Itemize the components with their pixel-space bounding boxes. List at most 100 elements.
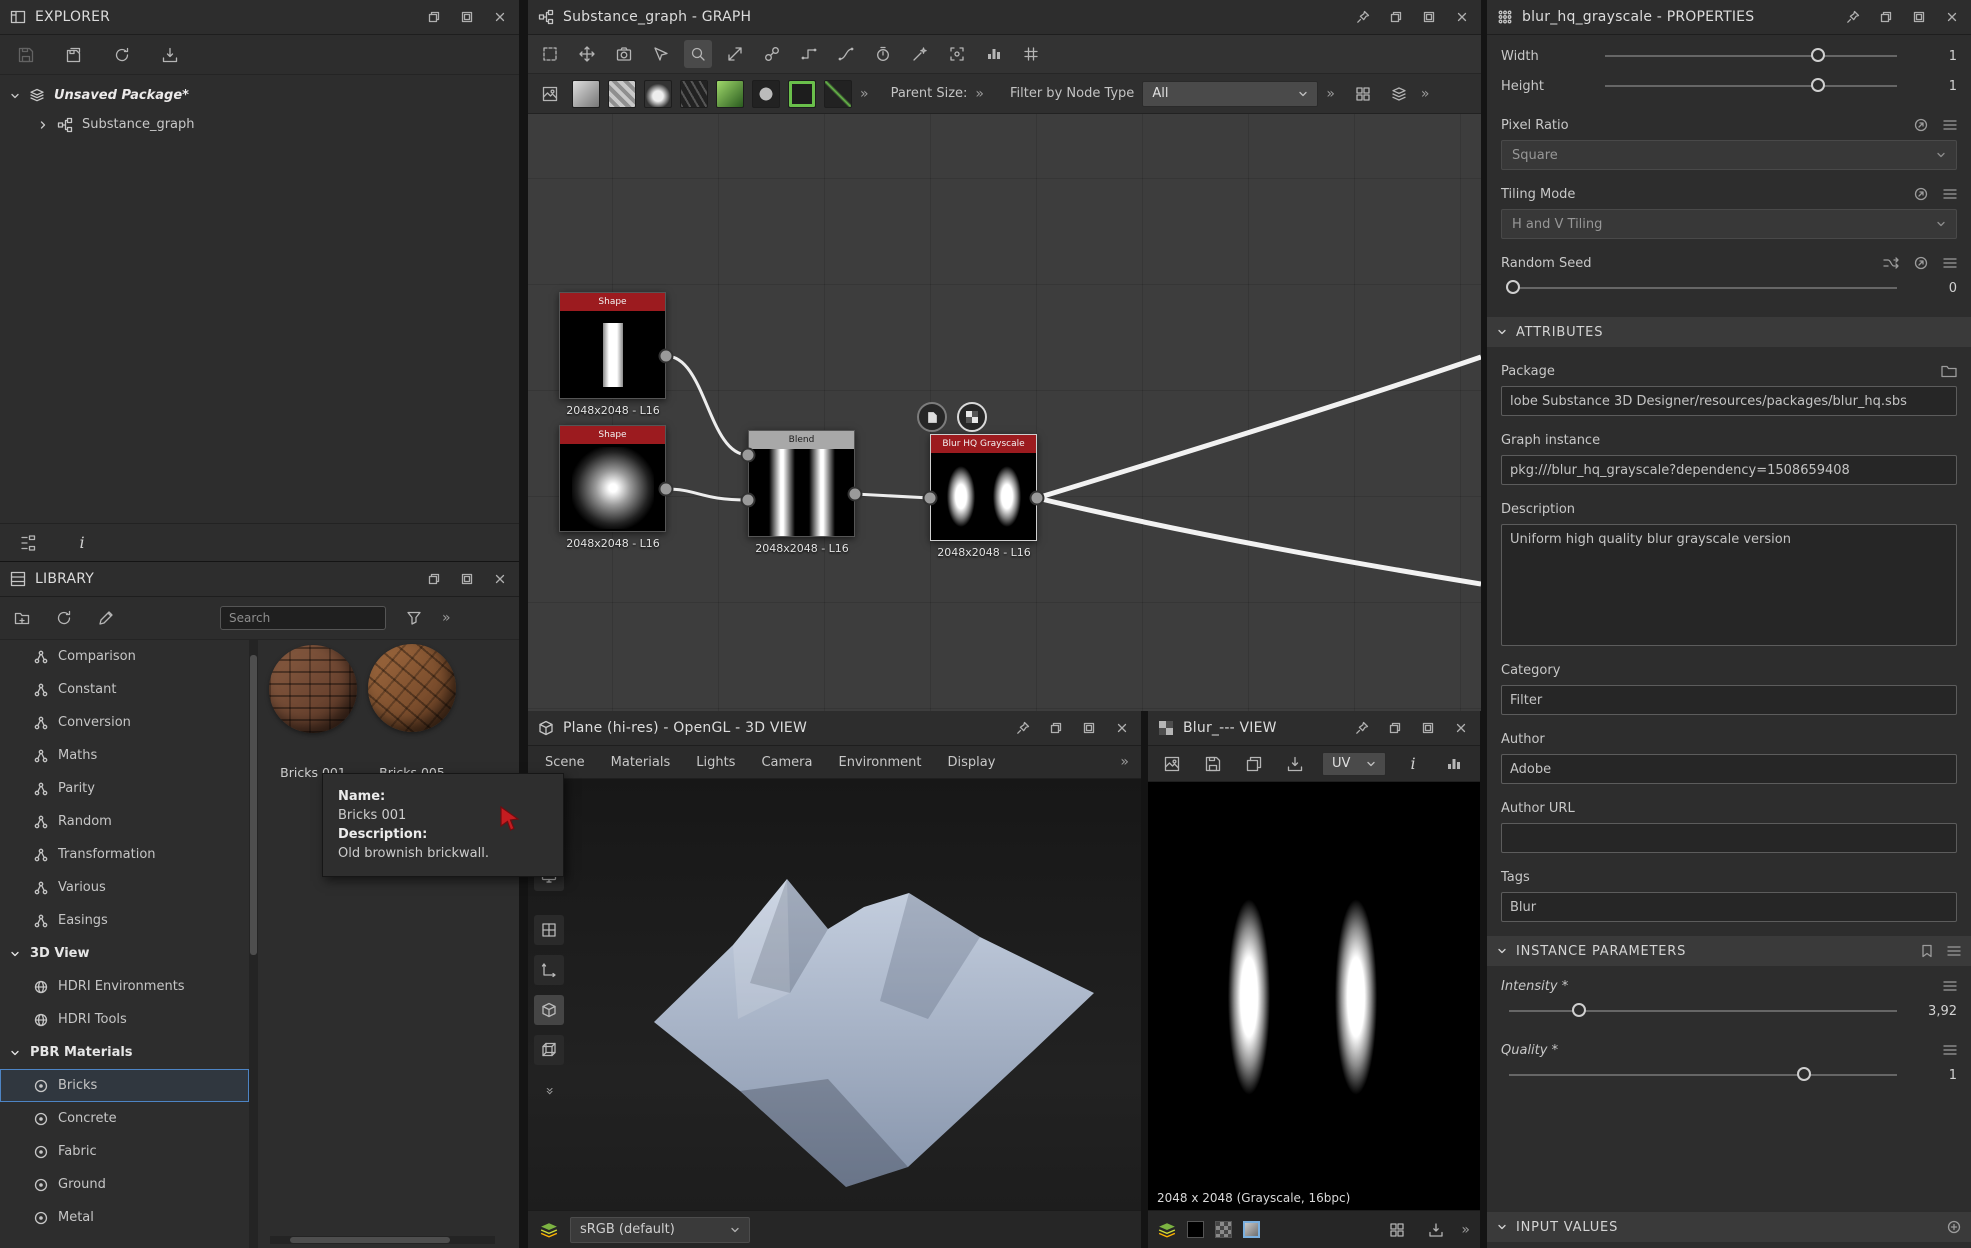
library-item-concrete[interactable]: Concrete — [0, 1102, 249, 1135]
library-item-conversion[interactable]: Conversion — [0, 706, 249, 739]
shuffle-icon[interactable] — [1883, 255, 1899, 271]
focus-frame-button[interactable] — [943, 40, 971, 68]
straight-links-button[interactable] — [795, 40, 823, 68]
reload-button[interactable] — [108, 41, 136, 69]
menu-icon[interactable] — [1943, 187, 1957, 201]
menu-environment[interactable]: Environment — [825, 746, 934, 779]
explorer-float-button[interactable] — [425, 8, 443, 26]
graph-instance-input[interactable] — [1501, 455, 1957, 485]
new-image-button[interactable] — [1158, 750, 1186, 778]
info-button[interactable]: i — [68, 529, 96, 557]
library-item-random[interactable]: Random — [0, 805, 249, 838]
library-item-hdri-environments[interactable]: HDRI Environments — [0, 970, 249, 1003]
node-shortcut-pattern[interactable] — [608, 80, 636, 108]
library-item-parity[interactable]: Parity — [0, 772, 249, 805]
curved-links-button[interactable] — [832, 40, 860, 68]
library-search-input[interactable] — [220, 606, 386, 630]
tree-row-package[interactable]: Unsaved Package* — [0, 81, 519, 110]
menu-display[interactable]: Display — [935, 746, 1009, 779]
background-color-swatch[interactable] — [1243, 1221, 1260, 1238]
preset-icon[interactable] — [1920, 944, 1934, 958]
view2d-float-button[interactable] — [1386, 719, 1404, 737]
library-horizontal-scrollbar[interactable] — [270, 1236, 495, 1244]
expose-icon[interactable] — [1914, 187, 1928, 201]
node-shortcut-grunge[interactable] — [680, 80, 708, 108]
menu-icon[interactable] — [1943, 256, 1957, 270]
library-float-button[interactable] — [425, 570, 443, 588]
side-toolbar-overflow-button[interactable]: » — [541, 1087, 557, 1096]
viewport-3d[interactable]: » — [528, 779, 1141, 1210]
bottom-bar-overflow-button[interactable]: » — [1461, 1222, 1470, 1238]
slider-handle[interactable] — [1811, 78, 1825, 92]
graph-pin-button[interactable] — [1354, 8, 1372, 26]
select-frame-button[interactable] — [536, 40, 564, 68]
background-black-swatch[interactable] — [1187, 1221, 1204, 1238]
filter-button[interactable] — [400, 604, 428, 632]
scrollbar-thumb[interactable] — [250, 655, 257, 955]
scrollbar-thumb[interactable] — [290, 1237, 450, 1243]
package-input[interactable] — [1501, 386, 1957, 416]
wireframe-button[interactable] — [534, 1035, 564, 1065]
add-input-icon[interactable] — [1947, 1220, 1961, 1234]
slider-handle[interactable] — [1811, 48, 1825, 62]
canvas-2d[interactable]: 2048 x 2048 (Grayscale, 16bpc) — [1148, 782, 1480, 1210]
display-links-button[interactable] — [758, 40, 786, 68]
attributes-section-header[interactable]: ATTRIBUTES — [1487, 317, 1971, 347]
copy-image-button[interactable] — [1240, 750, 1268, 778]
tree-view-button[interactable] — [14, 529, 42, 557]
colorspace-dropdown[interactable]: sRGB (default) — [570, 1217, 750, 1243]
slider-track[interactable] — [1509, 287, 1897, 289]
uv-grid-button[interactable] — [534, 915, 564, 945]
material-thumbnail-bricks-005[interactable] — [368, 644, 456, 732]
node-blend[interactable]: Blend — [748, 430, 855, 537]
compute-timer-button[interactable] — [869, 40, 897, 68]
layers-icon[interactable] — [540, 1222, 558, 1238]
material-thumbnail-bricks-001[interactable] — [269, 645, 357, 733]
view2d-maximize-button[interactable] — [1419, 719, 1437, 737]
library-close-button[interactable] — [491, 570, 509, 588]
slider-track[interactable] — [1605, 55, 1897, 57]
shortcuts-overflow-button[interactable]: » — [860, 86, 869, 102]
view2d-close-button[interactable] — [1452, 719, 1470, 737]
graph-float-button[interactable] — [1387, 8, 1405, 26]
node-info-button[interactable] — [647, 40, 675, 68]
tiling-mode-dropdown[interactable]: H and V Tiling — [1501, 209, 1957, 239]
grid-snap-button[interactable] — [1017, 40, 1045, 68]
layers-icon[interactable] — [1158, 1222, 1176, 1238]
node-shortcut-diagonal[interactable] — [824, 80, 852, 108]
menu-overflow-button[interactable]: » — [1120, 754, 1137, 770]
resize-output-button[interactable] — [721, 40, 749, 68]
menu-camera[interactable]: Camera — [748, 746, 825, 779]
library-item-hdri-tools[interactable]: HDRI Tools — [0, 1003, 249, 1036]
view3d-float-button[interactable] — [1047, 719, 1065, 737]
properties-maximize-button[interactable] — [1910, 8, 1928, 26]
snapshot-button[interactable] — [610, 40, 638, 68]
graph-layers-button[interactable] — [1385, 80, 1413, 108]
library-item-easings[interactable]: Easings — [0, 904, 249, 937]
menu-icon[interactable] — [1943, 118, 1957, 132]
export-view-button[interactable] — [1422, 1216, 1450, 1244]
library-overflow-button[interactable]: » — [442, 610, 451, 626]
image-info-button[interactable]: i — [1399, 750, 1427, 778]
transform-gizmo-button[interactable] — [534, 955, 564, 985]
parent-size-expand-button[interactable]: » — [975, 86, 984, 102]
graph-canvas[interactable]: Shape 2048x2048 - L16 Shape 2048x2048 - … — [528, 114, 1481, 711]
library-section-pbr-materials[interactable]: PBR Materials — [0, 1036, 249, 1069]
node-shortcut-gradient[interactable] — [716, 80, 744, 108]
node-properties-badge[interactable] — [917, 402, 947, 432]
properties-float-button[interactable] — [1877, 8, 1895, 26]
library-item-fabric[interactable]: Fabric — [0, 1135, 249, 1168]
instance-parameters-section-header[interactable]: INSTANCE PARAMETERS — [1487, 936, 1971, 966]
zoom-button[interactable] — [684, 40, 712, 68]
menu-materials[interactable]: Materials — [598, 746, 684, 779]
library-item-various[interactable]: Various — [0, 871, 249, 904]
view3d-maximize-button[interactable] — [1080, 719, 1098, 737]
input-values-section-header[interactable]: INPUT VALUES — [1487, 1212, 1971, 1242]
toolbar2-overflow-button[interactable]: » — [1421, 86, 1430, 102]
slider-track[interactable] — [1509, 1074, 1897, 1076]
tools-button[interactable] — [906, 40, 934, 68]
geometry-button[interactable] — [534, 995, 564, 1025]
tree-row-graph[interactable]: Substance_graph — [0, 110, 519, 139]
quality-slider[interactable] — [1509, 1065, 1897, 1085]
view3d-pin-button[interactable] — [1014, 719, 1032, 737]
